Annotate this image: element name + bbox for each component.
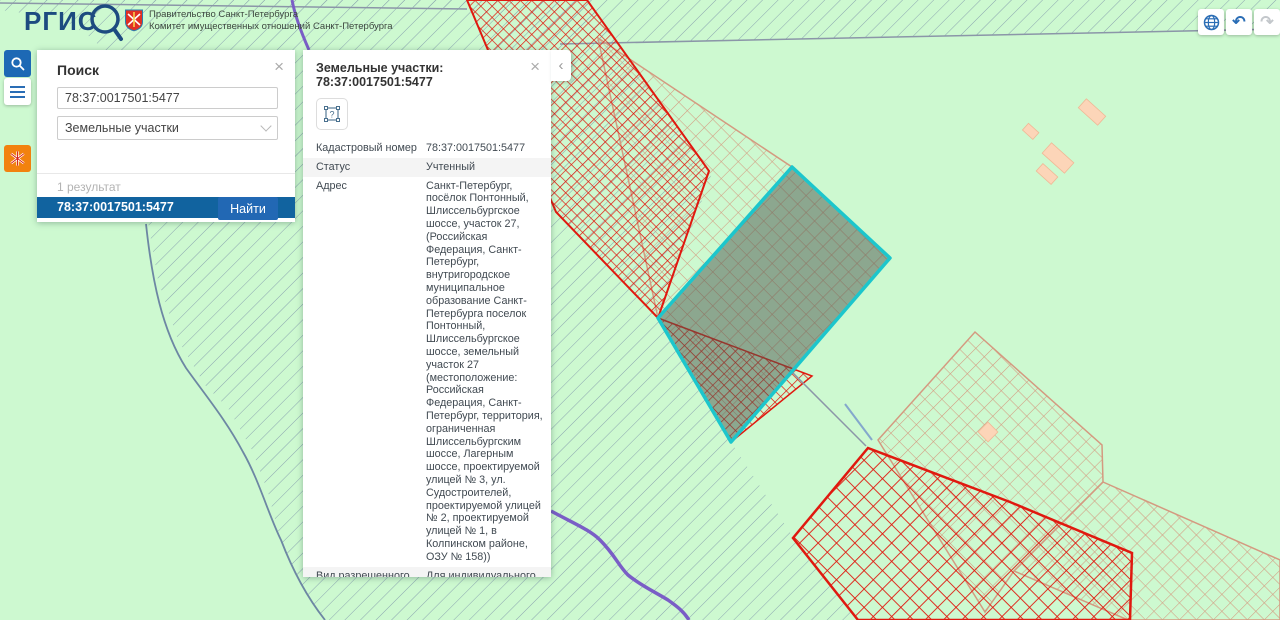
menu-icon-bar [10,96,25,98]
parcel-info-tool-button[interactable]: ? [316,98,348,130]
row-value: Для индивидуального жилищного строительс… [426,570,545,578]
details-panel: Земельные участки: 78:37:0017501:5477 × … [303,50,551,577]
redo-button[interactable]: ↷ [1254,9,1280,35]
parcel-question-icon: ? [322,104,342,124]
chevron-left-icon: ‹ [559,57,564,74]
search-panel-title: Поиск [37,50,295,82]
menu-icon-bar [10,86,25,88]
menu-icon-bar [10,91,25,93]
row-label: Вид разрешенного использования [316,570,426,578]
row-label: Статус [316,161,426,174]
close-icon[interactable]: × [530,59,540,75]
close-icon[interactable]: × [274,59,284,75]
row-value: Санкт-Петербург, посёлок Понтонный, Шлис… [426,180,545,564]
org-line-1: Правительство Санкт-Петербурга [149,9,393,21]
sidebar-search-button[interactable] [4,50,31,77]
search-input[interactable] [57,87,278,109]
chevron-down-icon [260,120,271,131]
spb-coat-of-arms-icon [124,8,144,32]
category-select[interactable]: Земельные участки [57,116,278,140]
category-select-value: Земельные участки [65,121,179,135]
details-collapse-button[interactable]: ‹ [551,50,571,81]
map-toolbar: ↶ ↷ [1196,9,1280,35]
rgis-magnifier-icon [86,1,126,45]
details-panel-title: Земельные участки: 78:37:0017501:5477 [303,50,551,91]
globe-button[interactable] [1198,9,1224,35]
redo-icon: ↷ [1260,12,1273,32]
details-table: Кадастровый номер 78:37:0017501:5477 Ста… [303,139,551,577]
org-title: Правительство Санкт-Петербурга Комитет и… [149,9,393,32]
search-icon [10,56,26,72]
search-panel: Поиск × Земельные участки Найти 1 резуль… [37,50,295,222]
table-row: Кадастровый номер 78:37:0017501:5477 [303,139,551,158]
row-value: 78:37:0017501:5477 [426,142,545,155]
undo-button[interactable]: ↶ [1226,9,1252,35]
row-label: Кадастровый номер [316,142,426,155]
row-value: Учтенный [426,161,545,174]
results-count: 1 результат [37,173,295,197]
undo-icon: ↶ [1232,12,1245,32]
table-row: Вид разрешенного использования Для индив… [303,567,551,578]
table-row: Адрес Санкт-Петербург, посёлок Понтонный… [303,177,551,567]
table-row: Статус Учтенный [303,158,551,177]
row-label: Адрес [316,180,426,564]
sidebar-menu-button[interactable] [4,78,31,105]
org-line-2: Комитет имущественных отношений Санкт-Пе… [149,21,393,33]
spb-emblem-icon [8,149,27,168]
globe-icon [1203,14,1220,31]
svg-text:?: ? [329,110,334,120]
sidebar-emblem-button[interactable] [4,145,31,172]
find-button[interactable]: Найти [218,197,278,220]
